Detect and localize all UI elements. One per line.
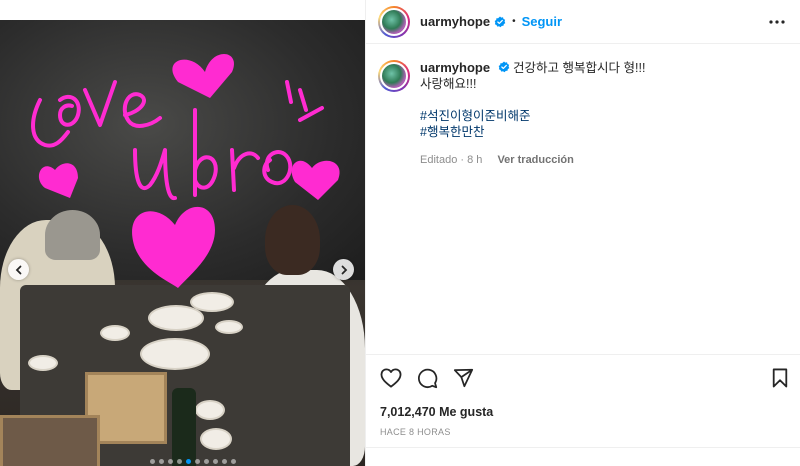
like-button[interactable] <box>380 367 402 389</box>
follow-button[interactable]: Seguir <box>522 14 562 29</box>
post-caption: uarmyhope 건강하고 행복합시다 형!!! 사랑해요!!! #석진이형이… <box>378 60 788 168</box>
carousel-dot <box>177 459 182 464</box>
carousel-dot <box>186 459 191 464</box>
avatar-image <box>380 62 408 90</box>
carousel-dot <box>159 459 164 464</box>
hashtag-link[interactable]: #행복한만찬 <box>420 124 645 140</box>
comment-divider <box>366 447 800 448</box>
caption-username[interactable]: uarmyhope <box>420 60 490 75</box>
more-options-button[interactable] <box>767 12 787 32</box>
post-actions: 7,012,470 Me gusta HACE 8 HORAS <box>366 354 800 466</box>
post-timestamp[interactable]: HACE 8 HORAS <box>380 427 451 437</box>
more-horizontal-icon <box>769 20 785 24</box>
hashtag-link[interactable]: #석진이형이준비해준 <box>420 108 645 124</box>
verified-badge-icon <box>498 61 509 73</box>
carousel-dot <box>213 459 218 464</box>
avatar[interactable] <box>378 60 410 92</box>
caption-body: uarmyhope 건강하고 행복합시다 형!!! 사랑해요!!! #석진이형이… <box>420 60 645 168</box>
carousel-dot <box>150 459 155 464</box>
likes-count[interactable]: 7,012,470 Me gusta <box>380 405 493 419</box>
edited-timestamp: Editado · 8 h <box>420 154 483 166</box>
share-button[interactable] <box>452 367 474 389</box>
save-button[interactable] <box>769 367 791 389</box>
caption-meta: Editado · 8 h Ver traducción <box>420 152 645 168</box>
post-details-panel: uarmyhope • Seguir uarmyhope 건강하고 행복합시다 … <box>365 0 800 466</box>
carousel-dot <box>204 459 209 464</box>
carousel-prev-button[interactable] <box>8 259 29 280</box>
post-author-username[interactable]: uarmyhope <box>420 14 490 29</box>
carousel-dot <box>195 459 200 464</box>
verified-badge-icon <box>494 16 506 27</box>
action-icons <box>380 367 474 389</box>
carousel-indicator <box>150 459 236 464</box>
carousel-dot <box>222 459 227 464</box>
avatar-image <box>380 7 408 36</box>
bookmark-icon <box>772 368 788 388</box>
chevron-left-icon <box>15 265 21 274</box>
caption-first-line: uarmyhope 건강하고 행복합시다 형!!! <box>420 60 645 76</box>
see-translation-button[interactable]: Ver traducción <box>497 154 573 166</box>
carousel-dot <box>168 459 173 464</box>
post-photo[interactable] <box>0 20 365 466</box>
comment-button[interactable] <box>416 367 438 389</box>
header-separator: • <box>512 16 516 27</box>
chevron-right-icon <box>341 265 347 274</box>
comment-icon <box>417 368 437 388</box>
paper-plane-icon <box>453 368 473 388</box>
caption-text-line-1: 건강하고 행복합시다 형!!! <box>513 61 646 75</box>
carousel-dot <box>231 459 236 464</box>
doodle-overlay <box>31 53 340 288</box>
post-media <box>0 0 365 466</box>
post-header: uarmyhope • Seguir <box>366 0 800 44</box>
carousel-next-button[interactable] <box>333 259 354 280</box>
caption-text-line-2: 사랑해요!!! <box>420 77 477 91</box>
heart-icon <box>380 368 402 388</box>
avatar[interactable] <box>378 5 410 38</box>
